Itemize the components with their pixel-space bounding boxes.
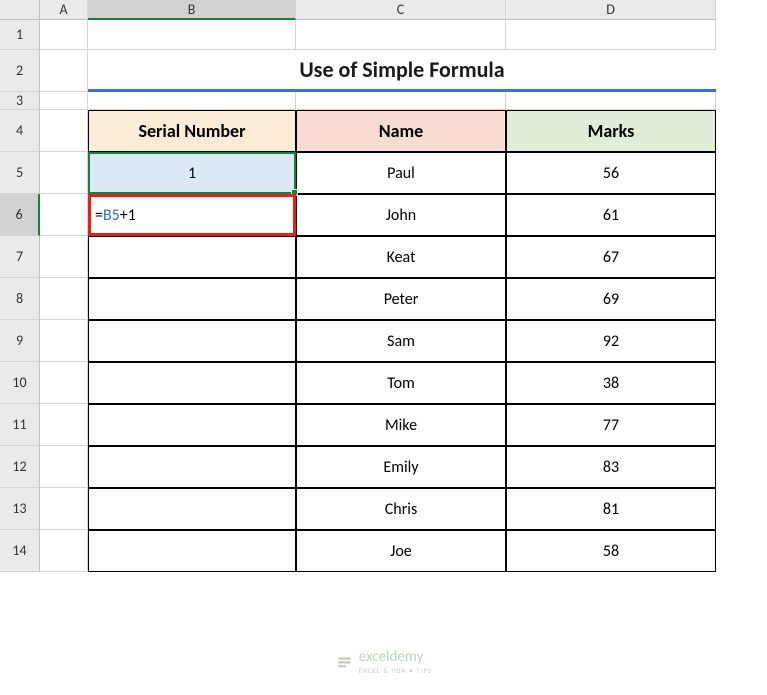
cell-b10[interactable]	[88, 362, 296, 404]
cell-a3[interactable]	[40, 92, 88, 110]
row-header-14[interactable]: 14	[0, 530, 40, 572]
row-header-12[interactable]: 12	[0, 446, 40, 488]
header-name[interactable]: Name	[296, 110, 506, 152]
cell-b5-value: 1	[188, 164, 196, 183]
cell-b3[interactable]	[88, 92, 296, 110]
row-header-2[interactable]: 2	[0, 50, 40, 92]
cell-a8[interactable]	[40, 278, 88, 320]
formula-prefix: =	[95, 206, 103, 225]
watermark-icon	[335, 653, 353, 671]
cell-d1[interactable]	[506, 20, 716, 50]
col-header-c[interactable]: C	[296, 0, 506, 20]
cell-d5[interactable]: 56	[506, 152, 716, 194]
cell-c13[interactable]: Chris	[296, 488, 506, 530]
title-cell[interactable]: Use of Simple Formula	[88, 50, 716, 92]
cell-c10[interactable]: Tom	[296, 362, 506, 404]
spreadsheet-grid: A B C D 1 2 Use of Simple Formula 3 4 Se…	[0, 0, 767, 572]
cell-a9[interactable]	[40, 320, 88, 362]
cell-b14[interactable]	[88, 530, 296, 572]
cell-d14[interactable]: 58	[506, 530, 716, 572]
cell-d13[interactable]: 81	[506, 488, 716, 530]
row-header-5[interactable]: 5	[0, 152, 40, 194]
cell-a10[interactable]	[40, 362, 88, 404]
cell-c9[interactable]: Sam	[296, 320, 506, 362]
select-all-corner[interactable]	[0, 0, 40, 20]
cell-b12[interactable]	[88, 446, 296, 488]
col-header-d[interactable]: D	[506, 0, 716, 20]
cell-c6[interactable]: John	[296, 194, 506, 236]
cell-a12[interactable]	[40, 446, 88, 488]
cell-a11[interactable]	[40, 404, 88, 446]
cell-d11[interactable]: 77	[506, 404, 716, 446]
header-marks[interactable]: Marks	[506, 110, 716, 152]
cell-b8[interactable]	[88, 278, 296, 320]
formula-ref: B5	[103, 206, 120, 225]
cell-b7[interactable]	[88, 236, 296, 278]
col-header-b[interactable]: B	[88, 0, 296, 20]
row-header-7[interactable]: 7	[0, 236, 40, 278]
cell-c8[interactable]: Peter	[296, 278, 506, 320]
header-serial[interactable]: Serial Number	[88, 110, 296, 152]
cell-b1[interactable]	[88, 20, 296, 50]
row-header-9[interactable]: 9	[0, 320, 40, 362]
cell-d12[interactable]: 83	[506, 446, 716, 488]
cell-b6-formula[interactable]: =B5+1	[88, 194, 296, 236]
cell-d3[interactable]	[506, 92, 716, 110]
row-header-13[interactable]: 13	[0, 488, 40, 530]
cell-c1[interactable]	[296, 20, 506, 50]
row-header-4[interactable]: 4	[0, 110, 40, 152]
cell-a13[interactable]	[40, 488, 88, 530]
cell-b9[interactable]	[88, 320, 296, 362]
cell-c7[interactable]: Keat	[296, 236, 506, 278]
cell-a1[interactable]	[40, 20, 88, 50]
cell-a6[interactable]	[40, 194, 88, 236]
col-header-a[interactable]: A	[40, 0, 88, 20]
watermark-brand: exceldemy	[359, 648, 423, 666]
cell-d7[interactable]: 67	[506, 236, 716, 278]
watermark: exceldemy EXCEL & VBA • TIPS	[335, 648, 432, 675]
cell-c5[interactable]: Paul	[296, 152, 506, 194]
cell-d10[interactable]: 38	[506, 362, 716, 404]
cell-c11[interactable]: Mike	[296, 404, 506, 446]
cell-b13[interactable]	[88, 488, 296, 530]
cell-a4[interactable]	[40, 110, 88, 152]
row-header-6[interactable]: 6	[0, 194, 40, 236]
cell-d6[interactable]: 61	[506, 194, 716, 236]
cell-c3[interactable]	[296, 92, 506, 110]
row-header-11[interactable]: 11	[0, 404, 40, 446]
cell-d8[interactable]: 69	[506, 278, 716, 320]
cell-b11[interactable]	[88, 404, 296, 446]
cell-a7[interactable]	[40, 236, 88, 278]
cell-b5-selected[interactable]: 1	[88, 152, 296, 194]
row-header-10[interactable]: 10	[0, 362, 40, 404]
cell-a14[interactable]	[40, 530, 88, 572]
cell-c12[interactable]: Emily	[296, 446, 506, 488]
cell-a2[interactable]	[40, 50, 88, 92]
row-header-8[interactable]: 8	[0, 278, 40, 320]
watermark-tagline: EXCEL & VBA • TIPS	[359, 666, 432, 675]
cell-a5[interactable]	[40, 152, 88, 194]
cell-d9[interactable]: 92	[506, 320, 716, 362]
formula-suffix: +1	[120, 206, 136, 225]
row-header-1[interactable]: 1	[0, 20, 40, 50]
cell-c14[interactable]: Joe	[296, 530, 506, 572]
row-header-3[interactable]: 3	[0, 92, 40, 110]
